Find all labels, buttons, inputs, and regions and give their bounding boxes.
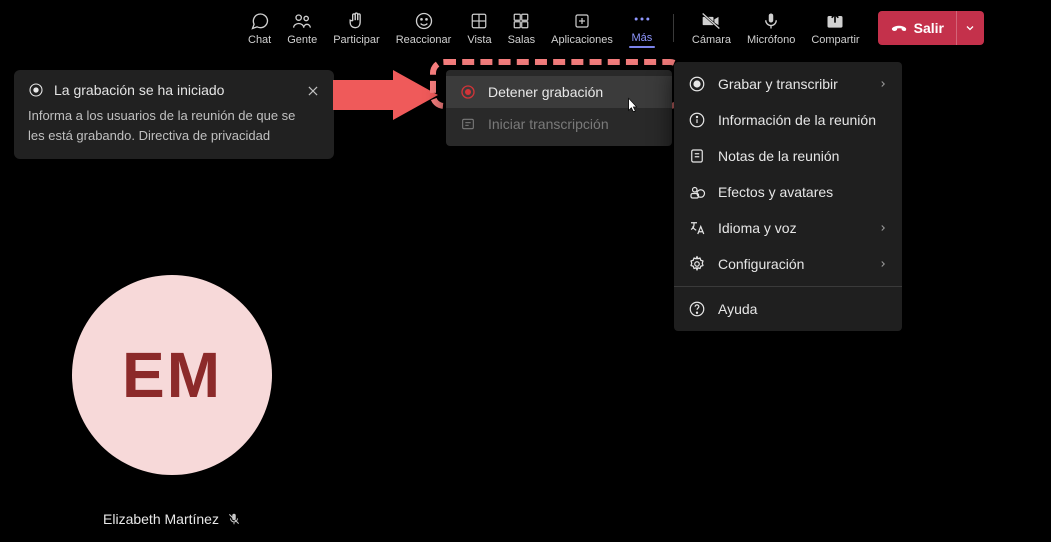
menu-record-label: Grabar y transcribir [718, 76, 838, 92]
transcript-icon [460, 116, 476, 132]
language-icon [688, 219, 706, 237]
hand-icon [346, 10, 366, 32]
menu-info-label: Información de la reunión [718, 112, 876, 128]
toolbar-mic[interactable]: Micrófono [739, 0, 803, 56]
share-icon [825, 10, 845, 32]
mic-icon [762, 10, 780, 32]
record-submenu: Detener grabación Iniciar transcripción [446, 70, 672, 146]
record-icon [688, 75, 706, 93]
toolbar-share[interactable]: Compartir [803, 0, 867, 56]
info-icon [688, 111, 706, 129]
more-menu: Grabar y transcribir Información de la r… [674, 62, 902, 331]
toolbar-apps-label: Aplicaciones [551, 34, 613, 46]
close-icon [306, 84, 320, 98]
toolbar-camera-label: Cámara [692, 34, 731, 46]
toolbar-raise-label: Participar [333, 34, 379, 46]
chat-icon [250, 10, 270, 32]
toolbar-more[interactable]: Más [621, 0, 663, 56]
camera-off-icon [700, 10, 722, 32]
toolbar-react-label: Reaccionar [396, 34, 452, 46]
toast-body: Informa a los usuarios de la reunión de … [28, 106, 298, 145]
people-icon [291, 10, 313, 32]
toolbar-mic-label: Micrófono [747, 34, 795, 46]
toolbar-raise-hand[interactable]: Participar [325, 0, 387, 56]
toolbar-chat[interactable]: Chat [240, 0, 279, 56]
meeting-toolbar: Chat Gente Participar Reaccionar Vista S… [0, 0, 1051, 56]
menu-record-transcribe[interactable]: Grabar y transcribir [674, 66, 902, 102]
rooms-icon [512, 10, 530, 32]
menu-notes-label: Notas de la reunión [718, 148, 839, 164]
leave-button-chevron[interactable] [956, 11, 984, 45]
notes-icon [688, 147, 706, 165]
recording-indicator-icon [460, 84, 476, 100]
menu-settings-label: Configuración [718, 256, 804, 272]
chevron-right-icon [878, 259, 888, 269]
effects-icon [688, 183, 706, 201]
toolbar-camera[interactable]: Cámara [684, 0, 739, 56]
toolbar-people[interactable]: Gente [279, 0, 325, 56]
start-transcription-item[interactable]: Iniciar transcripción [446, 108, 672, 140]
chevron-right-icon [878, 223, 888, 233]
toolbar-divider [673, 14, 674, 42]
hangup-icon [890, 19, 908, 37]
toolbar-view-label: Vista [467, 34, 491, 46]
toast-title: La grabación se ha iniciado [54, 82, 224, 98]
toolbar-rooms-label: Salas [508, 34, 536, 46]
menu-help-label: Ayuda [718, 301, 757, 317]
menu-meeting-info[interactable]: Información de la reunión [674, 102, 902, 138]
participant-avatar: EM [72, 275, 272, 475]
stop-recording-item[interactable]: Detener grabación [446, 76, 672, 108]
toolbar-share-label: Compartir [811, 34, 859, 46]
toast-close-button[interactable] [302, 80, 324, 102]
toolbar-rooms[interactable]: Salas [500, 0, 544, 56]
menu-lang-label: Idioma y voz [718, 220, 797, 236]
more-icon [632, 8, 652, 30]
participant-name-row: Elizabeth Martínez [72, 511, 272, 527]
stop-recording-label: Detener grabación [488, 84, 603, 100]
record-dot-icon [28, 82, 44, 98]
leave-button[interactable]: Salir [878, 11, 984, 45]
chevron-right-icon [878, 79, 888, 89]
start-transcription-label: Iniciar transcripción [488, 116, 609, 132]
menu-effects-avatars[interactable]: Efectos y avatares [674, 174, 902, 210]
mic-muted-icon [227, 512, 241, 526]
menu-settings[interactable]: Configuración [674, 246, 902, 282]
toolbar-view[interactable]: Vista [459, 0, 499, 56]
leave-button-main[interactable]: Salir [878, 11, 956, 45]
emoji-icon [414, 10, 434, 32]
toolbar-apps[interactable]: Aplicaciones [543, 0, 621, 56]
menu-divider [674, 286, 902, 287]
annotation-arrow [333, 70, 443, 130]
gear-icon [688, 255, 706, 273]
avatar-initials: EM [122, 338, 222, 412]
apps-icon [573, 10, 591, 32]
menu-meeting-notes[interactable]: Notas de la reunión [674, 138, 902, 174]
menu-effects-label: Efectos y avatares [718, 184, 833, 200]
toolbar-chat-label: Chat [248, 34, 271, 46]
chevron-down-icon [964, 22, 976, 34]
leave-button-label: Salir [914, 20, 944, 36]
menu-language-voice[interactable]: Idioma y voz [674, 210, 902, 246]
participant-tile: EM Elizabeth Martínez [72, 275, 272, 527]
toolbar-people-label: Gente [287, 34, 317, 46]
participant-name: Elizabeth Martínez [103, 511, 219, 527]
grid-icon [470, 10, 488, 32]
toolbar-more-label: Más [632, 32, 653, 44]
menu-help[interactable]: Ayuda [674, 291, 902, 327]
help-icon [688, 300, 706, 318]
recording-toast: La grabación se ha iniciado Informa a lo… [14, 70, 334, 159]
toolbar-react[interactable]: Reaccionar [388, 0, 460, 56]
